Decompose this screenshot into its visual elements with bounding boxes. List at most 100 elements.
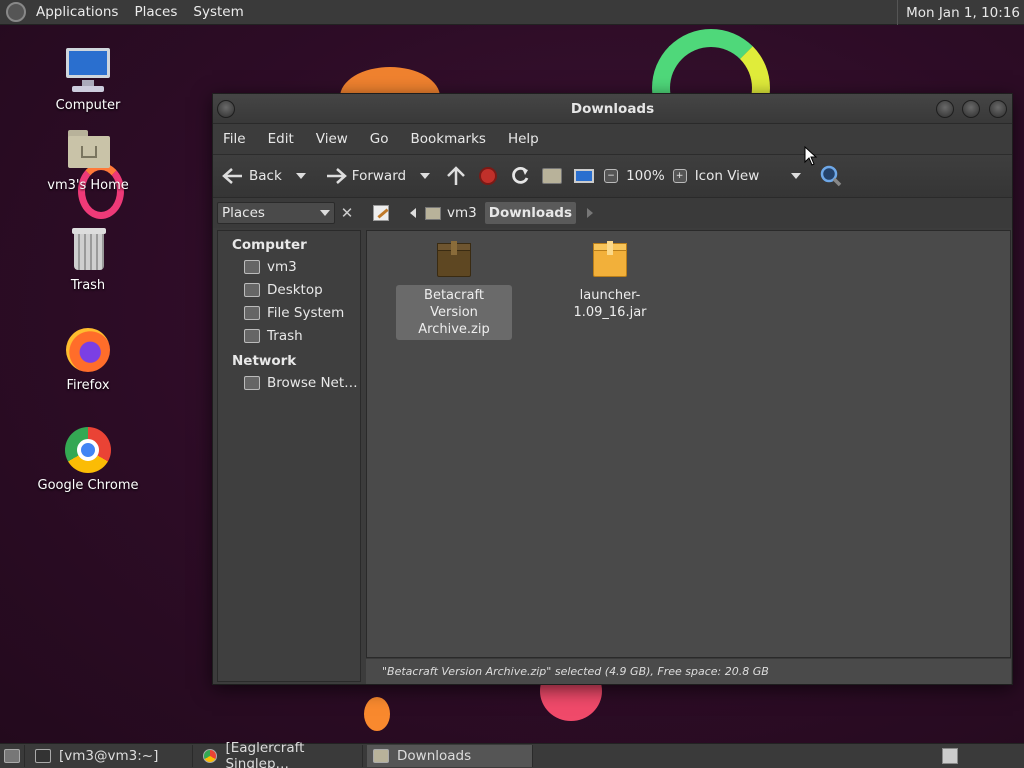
back-label: Back: [249, 168, 282, 184]
sidebar-item-label: vm3: [267, 258, 297, 275]
clock[interactable]: Mon Jan 1, 10:16: [897, 0, 1020, 25]
toolbar: Back Forward − 100% + Icon View: [213, 154, 1012, 198]
breadcrumb-vm3[interactable]: vm3: [421, 202, 481, 224]
maximize-button[interactable]: [962, 100, 980, 118]
menu-file[interactable]: File: [217, 131, 252, 147]
mouse-cursor-icon: [804, 146, 818, 166]
sidebar-item-trash[interactable]: Trash: [218, 324, 360, 347]
close-button[interactable]: [989, 100, 1007, 118]
breadcrumb-downloads[interactable]: Downloads: [484, 202, 577, 224]
menubar: File Edit View Go Bookmarks Help: [213, 124, 1012, 154]
desktop-icon-firefox[interactable]: Firefox: [28, 326, 148, 393]
search-button[interactable]: [819, 164, 843, 188]
taskbar-item-chrome[interactable]: [Eaglercraft Singlep…: [197, 740, 363, 768]
sidebar-item-vm3[interactable]: vm3: [218, 255, 360, 278]
window-menu-button[interactable]: [217, 100, 235, 118]
top-panel: Applications Places System Mon Jan 1, 10…: [0, 0, 1024, 25]
workspace-switcher[interactable]: [942, 748, 958, 764]
breadcrumb-label: Downloads: [488, 205, 573, 221]
desktop-icon-label: Computer: [55, 98, 121, 113]
forward-arrow-icon: [324, 164, 348, 188]
file-item[interactable]: launcher-1.09_16.jar: [552, 233, 668, 323]
home-button[interactable]: [540, 164, 564, 188]
zoom-out-icon: −: [604, 169, 619, 183]
file-item[interactable]: Betacraft Version Archive.zip: [396, 233, 512, 340]
back-history-dropdown[interactable]: [295, 173, 306, 179]
zoom-out-button[interactable]: −: [604, 169, 619, 183]
terminal-icon: [35, 749, 51, 763]
computer-button[interactable]: [572, 164, 596, 188]
folder-icon: [373, 749, 389, 763]
home-folder-icon: [425, 206, 441, 220]
desktop-icon-chrome[interactable]: Google Chrome: [28, 426, 148, 493]
applications-menu[interactable]: Applications: [28, 4, 126, 20]
show-desktop-icon: [4, 749, 20, 763]
location-bar: Places ✕ vm3 Downloads: [213, 198, 1012, 228]
forward-history-dropdown[interactable]: [420, 173, 431, 179]
places-menu[interactable]: Places: [126, 4, 185, 20]
desktop-icon-computer[interactable]: Computer: [28, 46, 148, 113]
show-desktop-button[interactable]: [0, 745, 25, 767]
reload-button[interactable]: [508, 164, 532, 188]
zoom-in-button[interactable]: +: [672, 169, 687, 183]
taskbar: [vm3@vm3:~] [Eaglercraft Singlep… Downlo…: [0, 740, 1024, 768]
window-titlebar[interactable]: Downloads: [213, 94, 1012, 124]
file-view[interactable]: Betacraft Version Archive.zip launcher-1…: [366, 230, 1011, 658]
back-button[interactable]: Back: [221, 164, 282, 188]
zoom-in-icon: +: [672, 169, 687, 183]
sidebar-item-label: Browse Net…: [267, 374, 358, 391]
desktop-icon-trash[interactable]: Trash: [28, 226, 148, 293]
forward-label: Forward: [351, 168, 407, 184]
up-arrow-icon: [444, 164, 468, 188]
taskbar-item-downloads[interactable]: Downloads: [367, 745, 533, 767]
taskbar-item-label: Downloads: [397, 748, 472, 764]
top-panel-menus: Applications Places System: [28, 0, 252, 25]
system-menu[interactable]: System: [185, 4, 251, 20]
desktop-icon: [244, 282, 260, 297]
close-sidebar-icon[interactable]: ✕: [337, 202, 357, 224]
status-bar: "Betacraft Version Archive.zip" selected…: [366, 658, 1011, 684]
menu-bookmarks[interactable]: Bookmarks: [405, 131, 492, 147]
menu-go[interactable]: Go: [364, 131, 395, 147]
pencil-icon: [373, 205, 389, 221]
search-icon: [819, 164, 843, 188]
computer-icon: [572, 164, 596, 188]
desktop-icon-label: Firefox: [66, 378, 110, 393]
sidebar-type-select[interactable]: Places: [217, 202, 335, 224]
home-folder-icon: [64, 126, 112, 174]
breadcrumb-prev-button[interactable]: [405, 202, 421, 224]
up-button[interactable]: [444, 164, 468, 188]
zip-archive-icon: [435, 241, 473, 279]
sidebar-item-filesystem[interactable]: File System: [218, 301, 360, 324]
sidebar-header-network: Network: [232, 353, 297, 369]
view-mode-dropdown[interactable]: [791, 173, 802, 179]
desktop-icon-home[interactable]: vm3's Home: [28, 126, 148, 193]
menu-edit[interactable]: Edit: [262, 131, 300, 147]
breadcrumb-next-button[interactable]: [582, 202, 598, 224]
drive-icon: [244, 305, 260, 320]
taskbar-item-terminal[interactable]: [vm3@vm3:~]: [29, 745, 193, 767]
stop-button[interactable]: [476, 164, 500, 188]
menu-view[interactable]: View: [310, 131, 354, 147]
zoom-level[interactable]: 100%: [626, 168, 665, 184]
view-mode-select[interactable]: Icon View: [695, 168, 760, 184]
sidebar-type-label: Places: [222, 205, 265, 221]
back-arrow-icon: [221, 164, 245, 188]
stop-icon: [476, 164, 500, 188]
desktop-icon-label: Trash: [70, 278, 106, 293]
breadcrumb: vm3 Downloads: [369, 202, 598, 224]
trash-icon: [244, 328, 260, 343]
window-title: Downloads: [570, 100, 655, 117]
forward-button[interactable]: Forward: [324, 164, 406, 188]
sidebar-item-label: File System: [267, 304, 345, 321]
minimize-button[interactable]: [936, 100, 954, 118]
sidebar-item-desktop[interactable]: Desktop: [218, 278, 360, 301]
desktop-icon-label: vm3's Home: [47, 178, 129, 193]
distro-logo-icon[interactable]: [6, 2, 26, 22]
chevron-down-icon: [320, 210, 330, 216]
sidebar-item-browse-network[interactable]: Browse Net…: [218, 371, 360, 394]
file-name: Betacraft Version Archive.zip: [396, 285, 512, 340]
menu-help[interactable]: Help: [502, 131, 545, 147]
taskbar-item-label: [vm3@vm3:~]: [59, 748, 159, 764]
edit-location-button[interactable]: [369, 202, 393, 224]
